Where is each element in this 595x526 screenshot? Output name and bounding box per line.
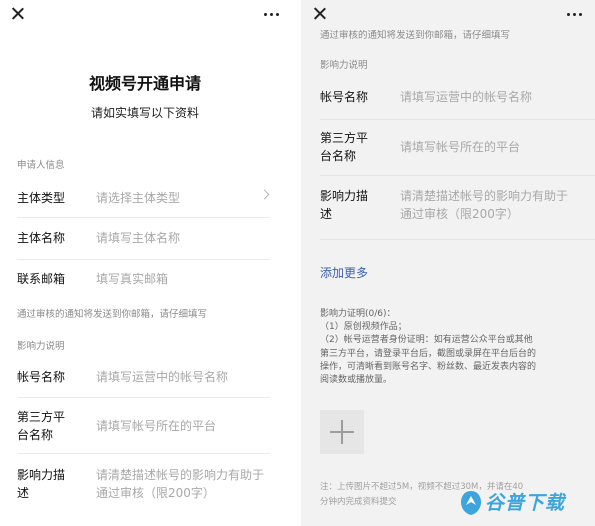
proof-line: 影响力证明(0/6)： — [320, 309, 396, 319]
influence-proof-instructions: 影响力证明(0/6)： （1）原创视频作品； （2）帐号运营者身份证明：如有运营… — [320, 308, 582, 387]
watermark: 谷普下载 — [459, 490, 577, 516]
field-label: 第三方平 台名称 — [17, 408, 79, 444]
field-label-line: 述 — [17, 486, 30, 500]
field-placeholder: 请填写运营中的帐号名称 — [400, 90, 533, 104]
divider — [320, 239, 595, 240]
field-placeholder: 填写真实邮箱 — [96, 272, 169, 286]
field-placeholder: 请填写运营中的帐号名称 — [96, 370, 229, 384]
field-placeholder: 请填写帐号所在的平台 — [96, 419, 217, 433]
influence-description-field[interactable]: 影响力描 述 请清楚描述帐号的影响力有助于 通过审核（限200字） — [301, 176, 595, 240]
application-form-left: 视频号开通申请 请如实填写以下资料 申请人信息 主体类型 请选择主体类型 主体名… — [0, 0, 290, 526]
field-placeholder: 请填写帐号所在的平台 — [400, 140, 521, 154]
placeholder-line: 通过审核（限200字） — [400, 207, 519, 221]
field-placeholder: 请填写主体名称 — [96, 231, 181, 245]
field-label-line: 台名称 — [320, 149, 357, 163]
close-icon[interactable] — [9, 5, 27, 23]
proof-line: （1）原创视频作品； — [320, 322, 407, 333]
placeholder-line: 请清楚描述帐号的影响力有助于 — [96, 468, 265, 482]
page-title: 视频号开通申请 — [88, 74, 201, 93]
section-applicant-info: 申请人信息 — [17, 160, 65, 171]
placeholder-line: 请清楚描述帐号的影响力有助于 — [400, 189, 569, 203]
upload-plus-button[interactable] — [320, 410, 364, 454]
more-icon[interactable] — [567, 13, 583, 17]
field-label: 主体名称 — [17, 231, 66, 245]
top-bar — [0, 0, 290, 30]
field-label: 第三方平 台名称 — [320, 129, 382, 165]
proof-line: 操作，可清晰看到账号名字、粉丝数、最近发表内容的 — [320, 361, 537, 372]
add-more-link[interactable]: 添加更多 — [320, 264, 368, 281]
field-label-line: 第三方平 — [320, 131, 369, 145]
watermark-text: 谷普下载 — [485, 492, 566, 514]
influence-description-field[interactable]: 影响力描 述 请清楚描述帐号的影响力有助于 通过审核（限200字） — [0, 454, 290, 516]
field-label: 帐号名称 — [320, 90, 369, 104]
watermark-logo-icon — [461, 491, 481, 515]
subject-type-field[interactable]: 主体类型 请选择主体类型 — [0, 178, 290, 218]
field-placeholder: 请清楚描述帐号的影响力有助于 通过审核（限200字） — [400, 187, 568, 223]
account-name-field[interactable]: 帐号名称 请填写运营中的帐号名称 — [0, 356, 290, 398]
field-label: 主体类型 — [17, 191, 66, 205]
field-label: 影响力描 述 — [320, 187, 382, 223]
top-bar — [301, 0, 595, 30]
field-label-line: 影响力描 — [320, 189, 369, 203]
section-influence: 影响力说明 — [17, 341, 65, 352]
page-subtitle: 请如实填写以下资料 — [90, 106, 199, 120]
application-form-right: 通过审核的通知将发送到你邮箱，请仔细填写 影响力说明 帐号名称 请填写运营中的帐… — [301, 0, 595, 526]
field-label: 联系邮箱 — [17, 272, 66, 286]
proof-line: （2）帐号运营者身份证明：如有运营公众平台或其他 — [320, 335, 533, 346]
contact-email-field[interactable]: 联系邮箱 填写真实邮箱 — [0, 260, 290, 298]
account-name-field[interactable]: 帐号名称 请填写运营中的帐号名称 — [301, 76, 595, 120]
third-party-platform-field[interactable]: 第三方平 台名称 请填写帐号所在的平台 — [301, 120, 595, 176]
field-label-line: 台名称 — [17, 428, 54, 442]
field-label-line: 影响力描 — [17, 468, 66, 482]
more-icon[interactable] — [264, 13, 280, 17]
field-label-line: 第三方平 — [17, 410, 66, 424]
email-hint: 通过审核的通知将发送到你邮箱，请仔细填写 — [17, 309, 208, 320]
close-icon[interactable] — [311, 5, 329, 23]
field-placeholder: 请清楚描述帐号的影响力有助于 通过审核（限200字） — [96, 466, 264, 502]
chevron-right-icon — [259, 189, 270, 200]
third-party-platform-field[interactable]: 第三方平 台名称 请填写帐号所在的平台 — [0, 398, 290, 454]
subject-name-field[interactable]: 主体名称 请填写主体名称 — [0, 218, 290, 260]
field-label: 影响力描 述 — [17, 466, 79, 502]
field-placeholder: 请选择主体类型 — [96, 191, 181, 205]
placeholder-line: 通过审核（限200字） — [96, 486, 215, 500]
proof-line: 第三方平台，请登录平台后，截图或录屏在平台后台的 — [320, 348, 537, 359]
section-influence: 影响力说明 — [320, 60, 368, 71]
field-label-line: 述 — [320, 207, 333, 221]
field-label: 帐号名称 — [17, 370, 66, 384]
proof-line: 阅读数或播放量。 — [320, 375, 393, 386]
